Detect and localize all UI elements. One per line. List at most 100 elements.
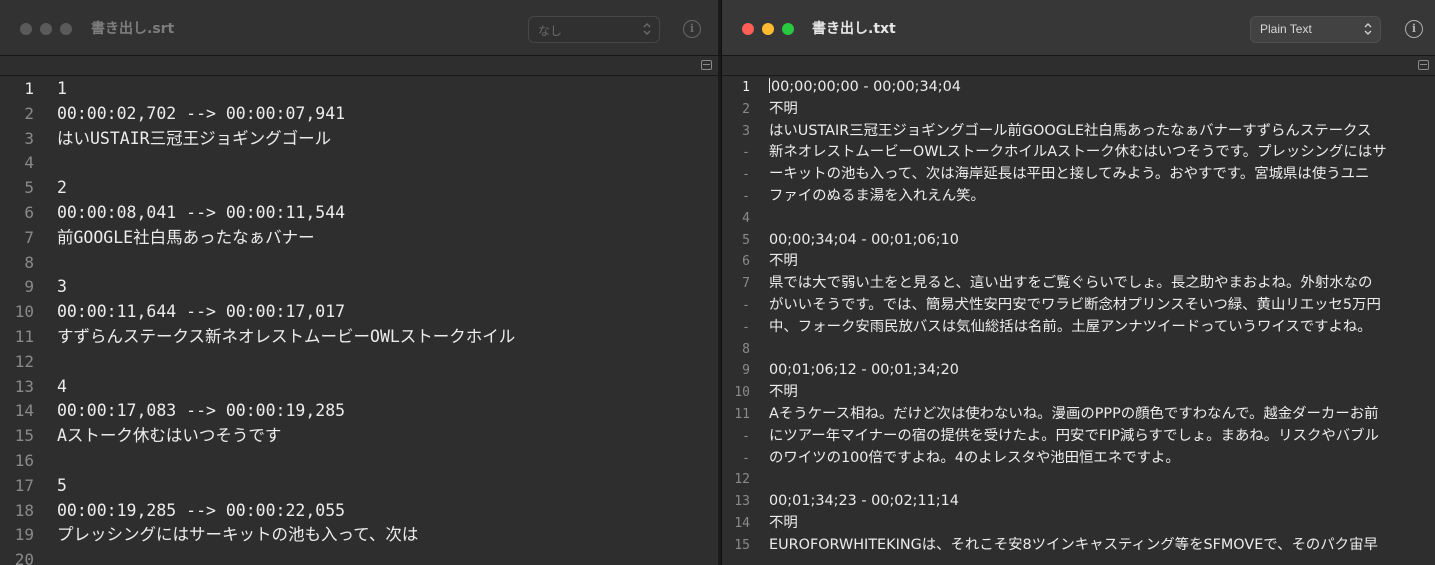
- editor-line[interactable]: 2 不明: [722, 99, 1435, 121]
- editor-line[interactable]: 6 不明: [722, 251, 1435, 273]
- line-text[interactable]: 不明: [750, 99, 1435, 121]
- title-bar[interactable]: 書き出し.srt なし i: [0, 0, 718, 56]
- line-text[interactable]: 県では大で弱い土をと見ると、這い出すをご覧ぐらいでしょ。長之助やまおよね。外射水…: [750, 273, 1435, 295]
- line-text[interactable]: 00;00;00;00 - 00;00;34;04: [771, 79, 961, 95]
- line-text[interactable]: はいUSTAIR三冠王ジョギングゴール前GOOGLE社白馬あったなぁバナーすずら…: [750, 121, 1435, 143]
- editor-line[interactable]: 11 Aそうケース相ね。だけど次は使わないね。漫画のPPPの顔色ですわなんで。越金…: [722, 404, 1435, 426]
- line-text[interactable]: プレッシングにはサーキットの池も入って、次は: [34, 523, 718, 548]
- line-text[interactable]: ーキットの池も入って、次は海岸延長は平田と接してみよう。おやすです。宮城県は使う…: [750, 164, 1435, 186]
- line-text[interactable]: 不明: [750, 513, 1435, 535]
- editor-line[interactable]: 6 00:00:08,041 --> 00:00:11,544: [0, 201, 718, 226]
- line-text[interactable]: 不明: [750, 251, 1435, 273]
- editor-line[interactable]: - ーキットの池も入って、次は海岸延長は平田と接してみよう。おやすです。宮城県は使…: [722, 164, 1435, 186]
- line-text[interactable]: 00:00:19,285 --> 00:00:22,055: [34, 499, 718, 524]
- line-text[interactable]: のワイツの100倍ですよね。4のよレスタや池田恒エネですよ。: [750, 448, 1435, 470]
- editor-line[interactable]: 14 不明: [722, 513, 1435, 535]
- line-text[interactable]: [34, 251, 718, 276]
- editor-line[interactable]: 7 県では大で弱い土をと見ると、這い出すをご覧ぐらいでしょ。長之助やまおよね。外射…: [722, 273, 1435, 295]
- line-text[interactable]: がいいそうです。では、簡易犬性安円安でワラビ断念材プリンスそいつ緑、黄山リエッセ…: [750, 295, 1435, 317]
- title-bar[interactable]: 書き出し.txt Plain Text i: [722, 0, 1435, 56]
- editor-line[interactable]: 16: [0, 449, 718, 474]
- editor-line[interactable]: - のワイツの100倍ですよね。4のよレスタや池田恒エネですよ。: [722, 448, 1435, 470]
- layout-toggle-icon[interactable]: [1418, 60, 1429, 70]
- editor-line[interactable]: 4: [0, 151, 718, 176]
- editor-line[interactable]: - がいいそうです。では、簡易犬性安円安でワラビ断念材プリンスそいつ緑、黄山リエッ…: [722, 295, 1435, 317]
- line-text[interactable]: 00:00:11,644 --> 00:00:17,017: [34, 300, 718, 325]
- srt-editor-window[interactable]: 書き出し.srt なし i 1 1 2 00:00:02,702 --> 00:00:…: [0, 0, 718, 565]
- editor-line[interactable]: 5 00;00;34;04 - 00;01;06;10: [722, 230, 1435, 252]
- editor-line[interactable]: 10 不明: [722, 382, 1435, 404]
- editor-line[interactable]: 12: [0, 350, 718, 375]
- editor-line[interactable]: - 中、フォーク安雨民放バスは気仙総括は名前。土屋アンナツイードっていうワイスです…: [722, 317, 1435, 339]
- editor-line[interactable]: 14 00:00:17,083 --> 00:00:19,285: [0, 399, 718, 424]
- line-text[interactable]: [750, 469, 1435, 491]
- editor-line[interactable]: - ファイのぬるま湯を入れえん笑。: [722, 186, 1435, 208]
- line-text[interactable]: 5: [34, 474, 718, 499]
- line-text[interactable]: 前GOOGLE社白馬あったなぁバナー: [34, 226, 718, 251]
- zoom-button[interactable]: [782, 23, 794, 35]
- editor-line[interactable]: 15 EUROFORWHITEKINGは、それこそ安8ツインキャスティング等をSF…: [722, 535, 1435, 557]
- editor-line[interactable]: 13 4: [0, 375, 718, 400]
- editor-line[interactable]: 93: [0, 275, 718, 300]
- editor-line[interactable]: 13 00;01;34;23 - 00;02;11;14: [722, 491, 1435, 513]
- line-text[interactable]: [34, 350, 718, 375]
- line-text[interactable]: Aそうケース相ね。だけど次は使わないね。漫画のPPPの顔色ですわなんで。越金ダー…: [750, 404, 1435, 426]
- line-text[interactable]: 中、フォーク安雨民放バスは気仙総括は名前。土屋アンナツイードっていうワイスですよ…: [750, 317, 1435, 339]
- editor-line[interactable]: 11 すずらんステークス新ネオレストムービーOWLストークホイル: [0, 325, 718, 350]
- line-text[interactable]: 不明: [750, 382, 1435, 404]
- editor-line[interactable]: 2 00:00:02,702 --> 00:00:07,941: [0, 102, 718, 127]
- editor-line[interactable]: 10 00:00:11,644 --> 00:00:17,017: [0, 300, 718, 325]
- line-text[interactable]: EUROFORWHITEKINGは、それこそ安8ツインキャスティング等をSFMO…: [750, 535, 1435, 557]
- line-text[interactable]: すずらんステークス新ネオレストムービーOWLストークホイル: [34, 325, 718, 350]
- text-editor[interactable]: 1 1 2 00:00:02,702 --> 00:00:07,941 3 はいUSTAI…: [0, 77, 718, 565]
- line-text[interactable]: [34, 151, 718, 176]
- editor-line[interactable]: 1 00;00;00;00 - 00;00;34;04: [722, 77, 1435, 99]
- line-text[interactable]: はいUSTAIR三冠王ジョギングゴール: [34, 127, 718, 152]
- close-button[interactable]: [742, 23, 754, 35]
- editor-line[interactable]: 19 プレッシングにはサーキットの池も入って、次は: [0, 523, 718, 548]
- line-text[interactable]: 3: [34, 275, 718, 300]
- layout-toggle-icon[interactable]: [701, 60, 712, 70]
- editor-line[interactable]: 8: [0, 251, 718, 276]
- editor-line[interactable]: 7 前GOOGLE社白馬あったなぁバナー: [0, 226, 718, 251]
- line-content[interactable]: 00;00;00;00 - 00;00;34;04: [750, 77, 1435, 99]
- line-text[interactable]: 00;01;06;12 - 00;01;34;20: [750, 360, 1435, 382]
- editor-line[interactable]: 52: [0, 176, 718, 201]
- line-text[interactable]: [34, 449, 718, 474]
- close-button[interactable]: [20, 23, 32, 35]
- zoom-button[interactable]: [60, 23, 72, 35]
- line-text[interactable]: 00:00:02,702 --> 00:00:07,941: [34, 102, 718, 127]
- editor-line[interactable]: 8: [722, 339, 1435, 361]
- txt-editor-window[interactable]: 書き出し.txt Plain Text i 1 00;00;00;00 - 00;…: [721, 0, 1435, 565]
- minimize-button[interactable]: [762, 23, 774, 35]
- line-text[interactable]: 4: [34, 375, 718, 400]
- line-text[interactable]: [34, 548, 718, 565]
- line-text[interactable]: [750, 208, 1435, 230]
- line-text[interactable]: にツアー年マイナーの宿の提供を受けたよ。円安でFIP減らすでしょ。まあね。リスク…: [750, 426, 1435, 448]
- editor-line[interactable]: 18 00:00:19,285 --> 00:00:22,055: [0, 499, 718, 524]
- minimize-button[interactable]: [40, 23, 52, 35]
- editor-line[interactable]: 20: [0, 548, 718, 565]
- editor-line[interactable]: 3 はいUSTAIR三冠王ジョギングゴール: [0, 127, 718, 152]
- info-icon[interactable]: i: [1405, 20, 1423, 38]
- line-text[interactable]: [750, 339, 1435, 361]
- line-text[interactable]: 00:00:17,083 --> 00:00:19,285: [34, 399, 718, 424]
- editor-line[interactable]: - にツアー年マイナーの宿の提供を受けたよ。円安でFIP減らすでしょ。まあね。リス…: [722, 426, 1435, 448]
- line-text[interactable]: 00;01;34;23 - 00;02;11;14: [750, 491, 1435, 513]
- line-text[interactable]: 新ネオレストムービーOWLストークホイルAストーク休むはいつそうです。プレッシン…: [750, 142, 1435, 164]
- editor-line[interactable]: 3 はいUSTAIR三冠王ジョギングゴール前GOOGLE社白馬あったなぁバナーすず…: [722, 121, 1435, 143]
- syntax-selector[interactable]: なし: [528, 16, 660, 43]
- syntax-selector[interactable]: Plain Text: [1250, 16, 1381, 43]
- line-text[interactable]: ファイのぬるま湯を入れえん笑。: [750, 186, 1435, 208]
- info-icon[interactable]: i: [683, 20, 701, 38]
- editor-line[interactable]: 15 Aストーク休むはいつそうです: [0, 424, 718, 449]
- line-text[interactable]: Aストーク休むはいつそうです: [34, 424, 718, 449]
- editor-line[interactable]: 12: [722, 469, 1435, 491]
- editor-line[interactable]: - 新ネオレストムービーOWLストークホイルAストーク休むはいつそうです。プレッシ…: [722, 142, 1435, 164]
- editor-line[interactable]: 11: [0, 77, 718, 102]
- editor-line[interactable]: 9 00;01;06;12 - 00;01;34;20: [722, 360, 1435, 382]
- text-editor[interactable]: 1 00;00;00;00 - 00;00;34;04 2 不明 3 はいUSTAIR三冠…: [722, 77, 1435, 565]
- line-text[interactable]: 00;00;34;04 - 00;01;06;10: [750, 230, 1435, 252]
- editor-line[interactable]: 17 5: [0, 474, 718, 499]
- line-text[interactable]: 00:00:08,041 --> 00:00:11,544: [34, 201, 718, 226]
